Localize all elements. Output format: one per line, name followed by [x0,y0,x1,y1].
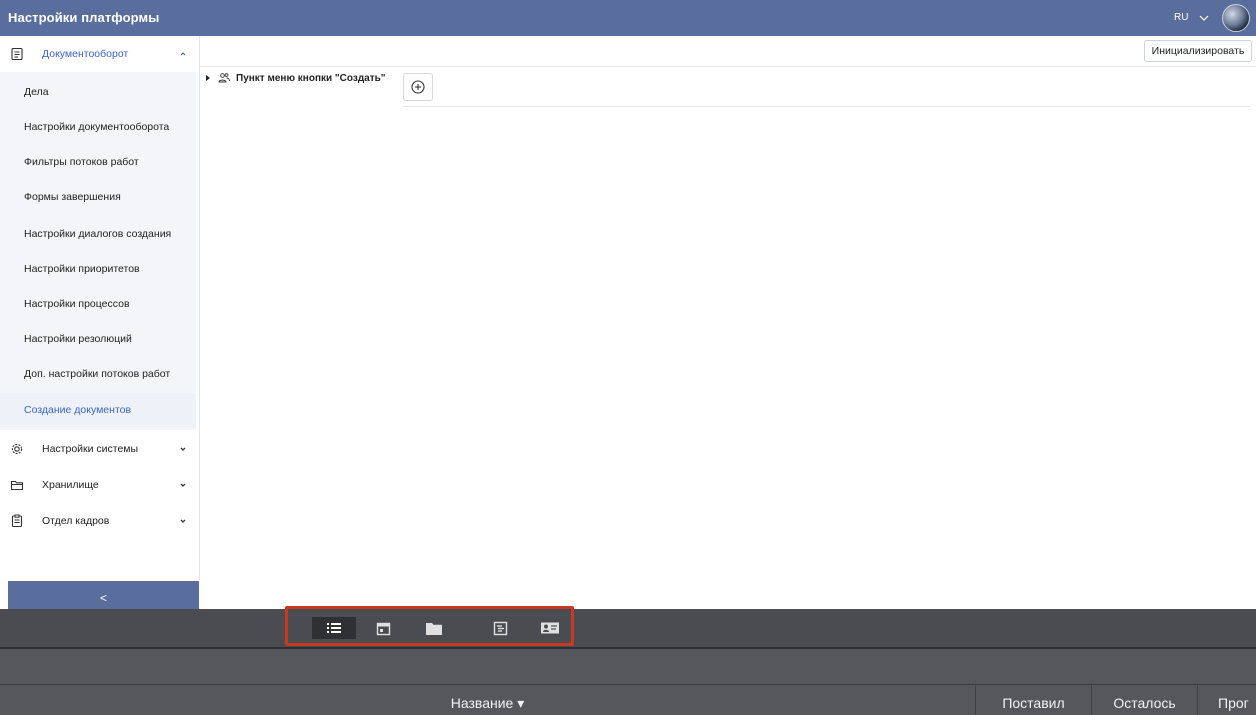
add-button[interactable] [403,73,433,101]
sidebar-item-document-creation[interactable]: Создание документов [0,393,196,428]
initialize-button[interactable]: Инициализировать [1144,40,1252,62]
table-header: Название ▾ Поставил Осталось Прог [0,684,1256,715]
sidebar-item-workflow-filters[interactable]: Фильтры потоков работ [0,145,196,180]
avatar[interactable] [1222,4,1250,32]
sidebar: Документооборот Дела Настройки документо… [0,36,200,616]
clipboard-icon [11,514,23,528]
chevron-up-icon [180,52,186,56]
sidebar-group-document-flow[interactable]: Документооборот [0,36,199,72]
sidebar-group-hr[interactable]: Отдел кадров [0,503,199,539]
sidebar-group-label: Отдел кадров [42,515,110,527]
caret-right-icon[interactable] [204,74,212,82]
folder-icon [10,480,24,491]
document-icon [11,47,23,61]
users-icon [218,73,230,83]
sidebar-group-system-settings[interactable]: Настройки системы [0,431,199,467]
divider [403,106,1250,107]
sidebar-item-resolutions[interactable]: Настройки резолюций [0,322,196,357]
sidebar-item-processes[interactable]: Настройки процессов [0,287,196,322]
sidebar-item-cases[interactable]: Дела [0,75,196,110]
tree-node-label: Пункт меню кнопки "Создать" [236,72,386,84]
filter-band [0,649,1256,684]
sidebar-item-priorities[interactable]: Настройки приоритетов [0,252,196,287]
sidebar-item-creation-dialogs[interactable]: Настройки диалогов создания [0,217,196,252]
chevron-down-icon[interactable] [1198,12,1210,24]
sidebar-group-label: Хранилище [42,479,99,491]
language-selector[interactable]: RU [1174,0,1188,36]
page-title: Настройки платформы [8,10,160,25]
sidebar-group-storage[interactable]: Хранилище [0,467,199,503]
column-header-progress[interactable]: Прог [1198,685,1256,715]
view-toolbar [0,609,1256,647]
chevron-down-icon [180,447,186,451]
plus-circle-icon [411,80,425,94]
column-header-name[interactable]: Название ▾ [0,685,976,715]
sidebar-group-label: Настройки системы [42,443,139,455]
tree-node[interactable]: Пункт меню кнопки "Создать" [204,70,386,86]
chevron-down-icon [180,483,186,487]
sidebar-item-extra-workflow-settings[interactable]: Доп. настройки потоков работ [0,357,196,392]
sidebar-item-document-flow-settings[interactable]: Настройки документооборота [0,110,196,145]
sidebar-item-completion-forms[interactable]: Формы завершения [0,180,196,215]
column-header-remaining[interactable]: Осталось [1092,685,1198,715]
divider [200,66,1256,67]
sidebar-group-label: Документооборот [42,48,129,60]
top-bar: Настройки платформы RU [0,0,1256,36]
chevron-down-icon [180,519,186,523]
gear-icon [11,443,23,455]
column-header-assigned-by[interactable]: Поставил [976,685,1092,715]
toolbar-highlight-frame [285,606,574,646]
